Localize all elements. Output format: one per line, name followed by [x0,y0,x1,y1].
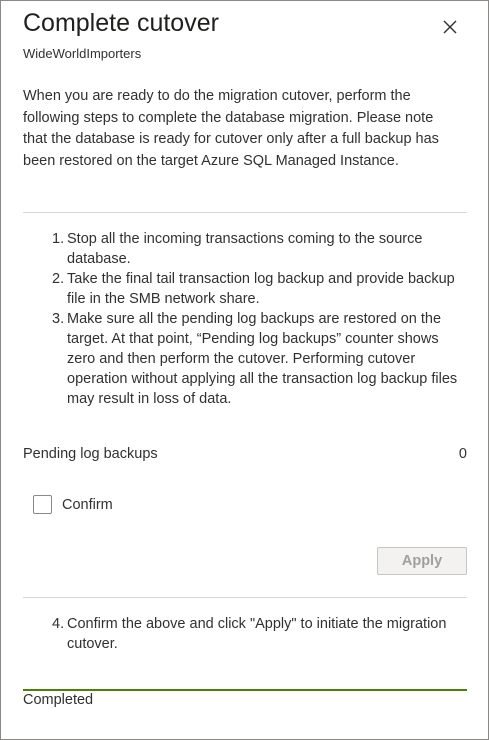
step-number: 2. [52,271,65,287]
close-icon [443,20,457,34]
step-item: 3. Make sure all the pending log backups… [45,309,461,409]
divider [23,597,467,598]
confirm-checkbox[interactable] [33,495,52,514]
step-number: 4. [52,616,65,632]
step-number: 1. [52,231,65,247]
step-text: Stop all the incoming transactions comin… [67,231,423,267]
progress-bar [23,689,467,691]
panel-title: Complete cutover [23,9,219,37]
step-number: 3. [52,311,65,327]
step-text: Confirm the above and click "Apply" to i… [67,616,447,652]
apply-button[interactable]: Apply [377,547,467,575]
pending-log-backups-count: 0 [458,446,467,462]
panel-subtitle: WideWorldImporters [23,46,142,61]
step-item: 4. Confirm the above and click "Apply" t… [45,614,461,654]
cutover-panel: Complete cutover WideWorldImporters When… [0,0,489,740]
close-button[interactable] [438,15,462,39]
step-item: 1. Stop all the incoming transactions co… [45,229,461,269]
status-text: Completed [23,692,94,708]
pending-log-backups-label: Pending log backups [23,446,158,462]
progress-bar-fill [23,689,467,691]
intro-text: When you are ready to do the migration c… [23,88,439,169]
confirm-checkbox-row[interactable]: Confirm [33,495,113,514]
step-text: Take the final tail transaction log back… [67,271,455,307]
confirm-label: Confirm [62,496,113,513]
step-item: 2. Take the final tail transaction log b… [45,269,461,309]
pending-log-backups-row: Pending log backups 0 [23,446,467,462]
divider [23,212,467,213]
steps-list: 1. Stop all the incoming transactions co… [45,229,461,409]
step-text: Make sure all the pending log backups ar… [67,311,458,407]
